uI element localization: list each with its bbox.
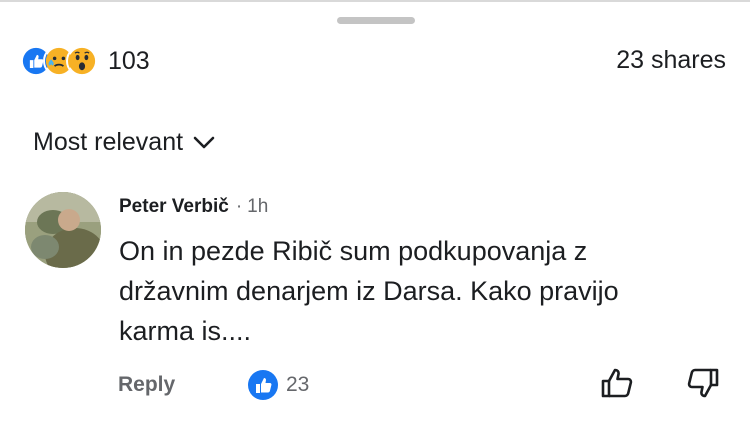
sheet-top-border bbox=[0, 0, 750, 2]
comment-body: On in pezde Ribič sum podkupovanja z drž… bbox=[119, 231, 719, 351]
sort-label: Most relevant bbox=[33, 128, 184, 156]
shares-count[interactable]: 23 shares bbox=[616, 46, 726, 75]
reaction-icons bbox=[20, 45, 98, 77]
reply-button[interactable]: Reply bbox=[118, 373, 175, 397]
separator-dot: · bbox=[235, 196, 243, 217]
chevron-down-icon bbox=[193, 136, 215, 148]
comment-header: Peter Verbič · 1h bbox=[119, 196, 268, 218]
comment-line: karma is.... bbox=[119, 316, 252, 346]
reaction-count: 103 bbox=[108, 46, 150, 75]
like-icon bbox=[248, 370, 278, 400]
drag-handle[interactable] bbox=[337, 17, 415, 24]
comment-like-count: 23 bbox=[286, 373, 310, 396]
sort-dropdown[interactable]: Most relevant bbox=[33, 128, 215, 157]
comment-line: On in pezde Ribič sum podkupovanja z bbox=[119, 236, 588, 266]
comment-line: državnim denarjem iz Darsa. Kako pravijo bbox=[119, 276, 619, 306]
reactions-summary[interactable]: 103 bbox=[20, 43, 150, 79]
comment-time[interactable]: 1h bbox=[247, 196, 268, 218]
thumbs-down-icon[interactable] bbox=[684, 364, 722, 402]
comment-author[interactable]: Peter Verbič bbox=[119, 196, 229, 218]
comment-reactions[interactable]: 23 bbox=[247, 369, 309, 401]
avatar[interactable] bbox=[25, 192, 101, 268]
wow-icon bbox=[66, 45, 98, 77]
thumbs-up-icon[interactable] bbox=[598, 364, 636, 402]
comments-sheet: 103 23 shares Most relevant Peter Verbič… bbox=[0, 0, 750, 425]
